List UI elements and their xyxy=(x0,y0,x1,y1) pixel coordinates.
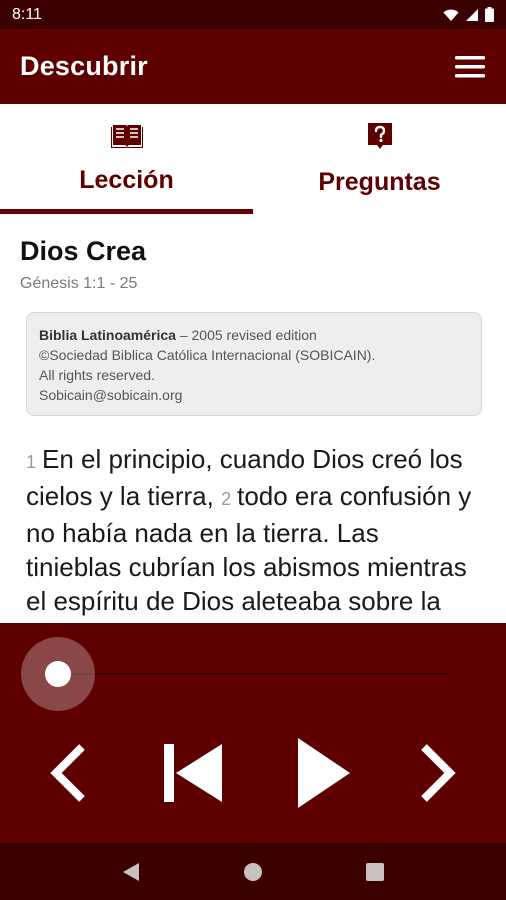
status-icons xyxy=(443,7,494,22)
seek-bar-track[interactable] xyxy=(58,673,448,675)
previous-chapter-icon xyxy=(50,744,85,802)
next-button[interactable] xyxy=(410,735,466,811)
hamburger-menu-icon xyxy=(455,55,485,77)
previous-button[interactable] xyxy=(40,735,96,811)
menu-button[interactable] xyxy=(452,49,488,85)
system-nav-bar xyxy=(0,843,506,900)
selected-tab-indicator xyxy=(0,209,253,214)
audio-player xyxy=(0,623,506,843)
tab-label: Preguntas xyxy=(318,168,441,196)
status-time: 8:11 xyxy=(12,5,42,23)
verse-number: 1 xyxy=(26,452,37,472)
battery-icon xyxy=(485,7,494,22)
skip-to-start-icon xyxy=(164,744,222,802)
bible-name: Biblia Latinoamérica xyxy=(39,327,176,343)
tab-bar: Lección Preguntas xyxy=(0,104,506,216)
play-button[interactable] xyxy=(286,731,360,815)
back-triangle-icon xyxy=(123,862,139,881)
book-icon xyxy=(110,125,143,148)
nav-recents-button[interactable] xyxy=(355,852,395,892)
nav-home-button[interactable] xyxy=(233,852,273,892)
next-chapter-icon xyxy=(421,744,456,802)
copyright-email: Sobicain@sobicain.org xyxy=(39,387,183,403)
wifi-icon xyxy=(443,9,459,21)
app-title: Descubrir xyxy=(20,51,148,81)
copyright-rights: All rights reserved. xyxy=(39,367,155,383)
skip-to-start-button[interactable] xyxy=(154,735,230,811)
play-icon xyxy=(298,738,350,808)
copyright-notice: Biblia Latinoamérica – 2005 revised edit… xyxy=(26,312,482,416)
verse-number: 2 xyxy=(221,489,232,509)
scripture-reference: Génesis 1:1 - 25 xyxy=(20,275,138,292)
copyright-line-1: Biblia Latinoamérica – 2005 revised edit… xyxy=(39,325,469,345)
seek-bar-thumb[interactable] xyxy=(45,661,71,687)
nav-back-button[interactable] xyxy=(111,852,151,892)
app-bar: Descubrir xyxy=(0,29,506,104)
tab-leccion[interactable]: Lección xyxy=(0,104,253,216)
bible-edition: – 2005 revised edition xyxy=(175,327,317,343)
cell-signal-icon xyxy=(466,8,478,21)
home-circle-icon xyxy=(244,862,262,881)
bible-passage: 1 En el principio, cuando Dios creó los c… xyxy=(26,442,480,623)
tab-label: Lección xyxy=(79,166,174,194)
question-icon xyxy=(367,123,392,149)
copyright-publisher: ©Sociedad Biblica Católica Internacional… xyxy=(39,347,376,363)
tab-preguntas[interactable]: Preguntas xyxy=(253,104,506,216)
lesson-title: Dios Crea xyxy=(20,236,147,266)
lesson-content[interactable]: Dios Crea Génesis 1:1 - 25 Biblia Latino… xyxy=(0,216,506,623)
recents-square-icon xyxy=(366,862,384,881)
status-bar: 8:11 xyxy=(0,0,506,29)
